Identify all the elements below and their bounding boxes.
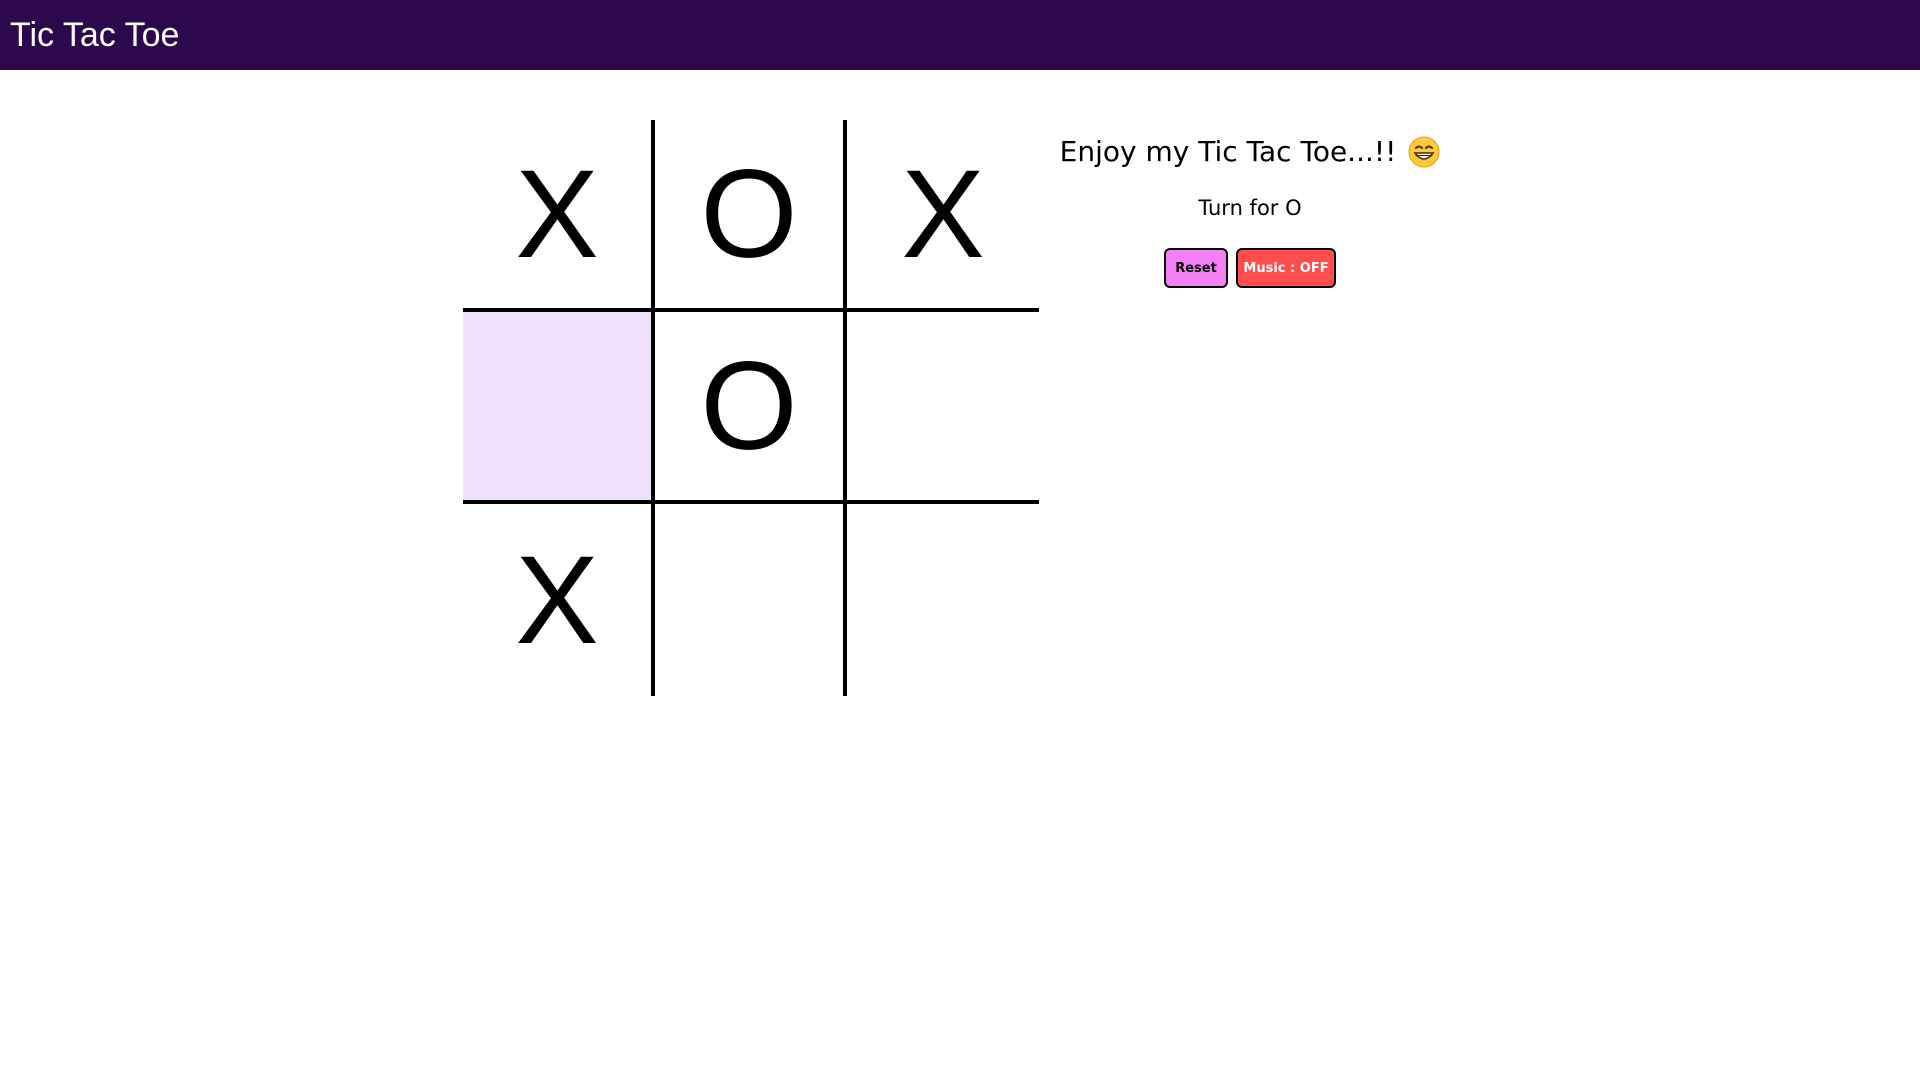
board-cell-8[interactable]: [655, 504, 847, 696]
info-title-row: Enjoy my Tic Tac Toe...!!: [1060, 135, 1441, 168]
reset-button[interactable]: Reset: [1164, 248, 1228, 288]
board-cell-7[interactable]: X: [463, 504, 655, 696]
info-panel: Enjoy my Tic Tac Toe...!! Turn for O Res…: [1040, 135, 1460, 288]
board-cell-1[interactable]: X: [463, 120, 655, 312]
game-board: X O X O X: [463, 120, 1039, 696]
board-cell-6[interactable]: [847, 312, 1039, 504]
board-cell-5[interactable]: O: [655, 312, 847, 504]
turn-indicator: Turn for O: [1198, 196, 1302, 220]
brand-title[interactable]: Tic Tac Toe: [10, 16, 179, 55]
grinning-face-icon: [1408, 136, 1440, 168]
board-cell-3[interactable]: X: [847, 120, 1039, 312]
board-cell-9[interactable]: [847, 504, 1039, 696]
music-toggle-button[interactable]: Music : OFF: [1236, 248, 1336, 288]
board-cell-4[interactable]: [463, 312, 655, 504]
board-cell-2[interactable]: O: [655, 120, 847, 312]
navbar: Tic Tac Toe: [0, 0, 1920, 70]
button-row: Reset Music : OFF: [1040, 248, 1460, 288]
info-title: Enjoy my Tic Tac Toe...!!: [1059, 135, 1397, 168]
